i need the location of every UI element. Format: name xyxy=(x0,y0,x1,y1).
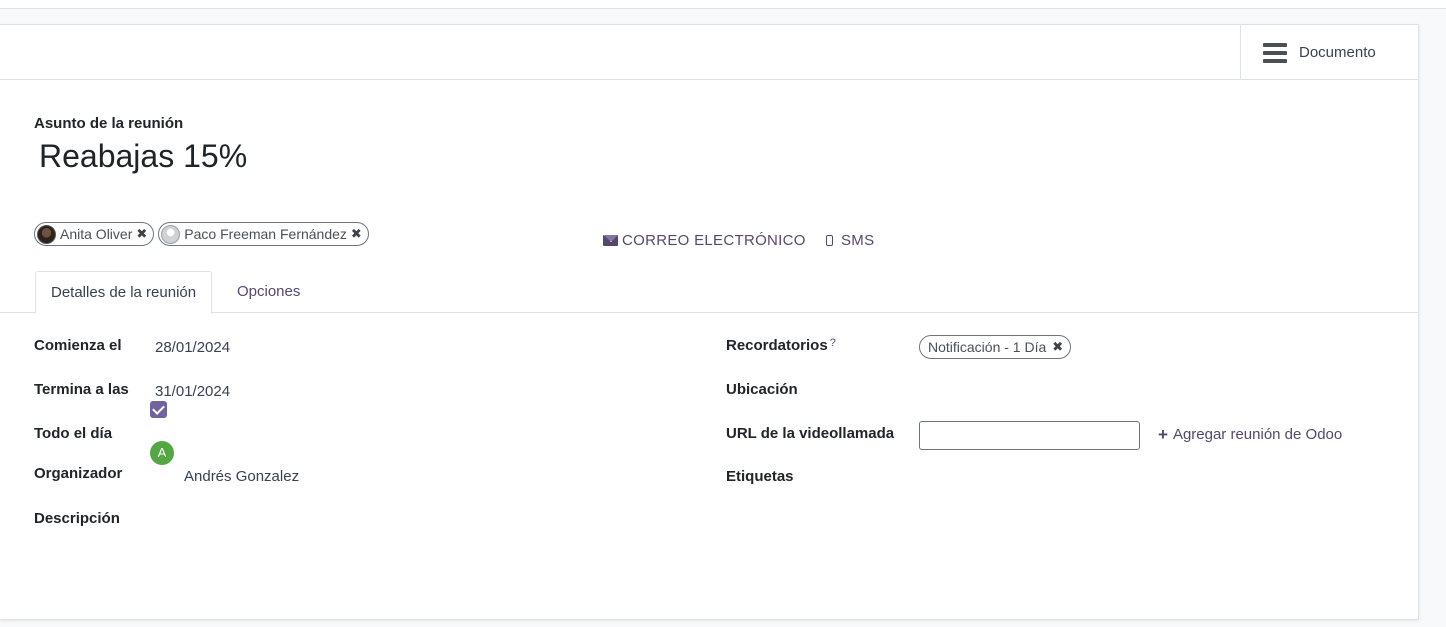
subject-field[interactable]: Reabajas 15% xyxy=(39,138,247,175)
organizer-field[interactable]: Andrés Gonzalez xyxy=(184,468,299,485)
avatar: A xyxy=(150,441,174,465)
email-button[interactable]: CORREO ELECTRÓNICO xyxy=(603,232,806,249)
document-button-label: Documento xyxy=(1299,44,1376,61)
description-label: Descripción xyxy=(34,510,120,527)
sms-button[interactable]: SMS xyxy=(826,232,874,249)
help-icon[interactable]: ? xyxy=(830,337,836,349)
mobile-phone-icon xyxy=(826,235,833,246)
reminders-label-text: Recordatorios xyxy=(726,337,828,354)
envelope-icon xyxy=(603,235,618,246)
document-button[interactable]: Documento xyxy=(1240,25,1418,80)
starts-field[interactable]: 28/01/2024 xyxy=(155,339,230,356)
email-button-label: CORREO ELECTRÓNICO xyxy=(622,232,806,249)
hamburger-menu-icon xyxy=(1263,42,1287,63)
form-header: Documento xyxy=(0,25,1418,80)
add-odoo-meeting-label: Agregar reunión de Odoo xyxy=(1172,426,1343,443)
avatar xyxy=(161,224,181,244)
attendee-name: Paco Freeman Fernández xyxy=(184,226,347,242)
location-label: Ubicación xyxy=(726,381,798,398)
plus-icon: + xyxy=(1158,425,1168,444)
avatar xyxy=(37,224,56,244)
reminder-tag[interactable]: Notificación - 1 Día ✖ xyxy=(919,335,1072,359)
attendee-tag[interactable]: Paco Freeman Fernández ✖ xyxy=(158,222,369,246)
attendee-tags: Anita Oliver ✖ Paco Freeman Fernández ✖ xyxy=(34,222,369,246)
tab-meeting-details[interactable]: Detalles de la reunión xyxy=(35,271,213,314)
tab-options[interactable]: Opciones xyxy=(222,271,315,313)
top-strip xyxy=(0,0,1446,9)
ends-label: Termina a las xyxy=(34,381,129,398)
form-sheet: Documento Asunto de la reunión Reabajas … xyxy=(0,24,1419,620)
remove-icon[interactable]: ✖ xyxy=(1052,339,1063,355)
videocall-url-input[interactable] xyxy=(919,421,1140,450)
sms-button-label: SMS xyxy=(841,232,875,249)
remove-icon[interactable]: ✖ xyxy=(136,226,147,242)
attendee-name: Anita Oliver xyxy=(60,226,133,242)
starts-label: Comienza el xyxy=(34,337,122,354)
attendee-tag[interactable]: Anita Oliver ✖ xyxy=(34,222,155,246)
subject-label: Asunto de la reunión xyxy=(34,115,184,132)
reminder-tag-label: Notificación - 1 Día xyxy=(928,339,1047,355)
add-odoo-meeting-button[interactable]: + Agregar reunión de Odoo xyxy=(1158,426,1342,443)
reminders-label: Recordatorios? xyxy=(726,337,836,354)
videocall-label: URL de la videollamada xyxy=(726,425,895,442)
organizer-label: Organizador xyxy=(34,465,123,482)
tags-label: Etiquetas xyxy=(726,468,794,485)
ends-field[interactable]: 31/01/2024 xyxy=(155,383,230,400)
form-tabs: Detalles de la reunión Opciones xyxy=(0,271,1418,314)
allday-checkbox[interactable] xyxy=(150,401,167,418)
allday-label: Todo el día xyxy=(34,425,113,442)
remove-icon[interactable]: ✖ xyxy=(351,226,362,242)
